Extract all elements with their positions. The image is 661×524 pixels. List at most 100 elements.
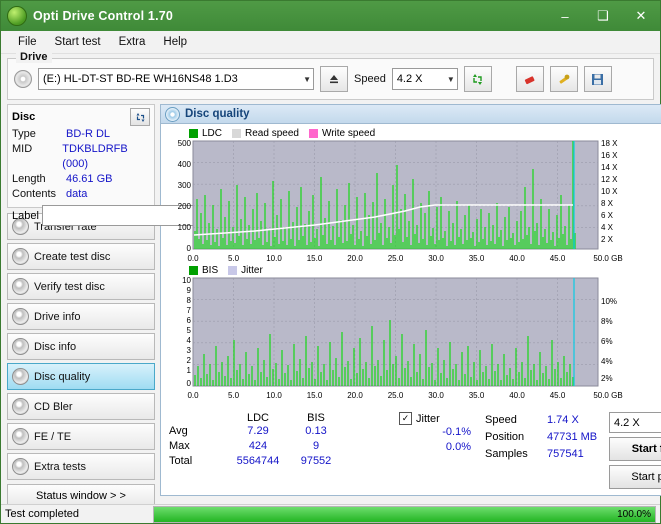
- chevron-down-icon: ▼: [446, 74, 455, 84]
- svg-text:40.0: 40.0: [509, 391, 525, 400]
- maximize-button[interactable]: ❑: [584, 1, 622, 31]
- stats-area: LDC BIS Avg 7.29 0.13 Max 424 9 Total 55…: [165, 408, 661, 489]
- svg-text:3: 3: [187, 346, 192, 355]
- sidebar-label-drive-info: Drive info: [34, 310, 81, 323]
- svg-text:40.0: 40.0: [509, 254, 525, 263]
- tools-button[interactable]: [549, 66, 578, 92]
- disc-refresh-button[interactable]: [130, 108, 150, 126]
- samples-readout-label: Samples: [485, 448, 528, 460]
- disc-value-length: 46.61 GB: [66, 173, 113, 185]
- close-button[interactable]: ✕: [622, 1, 660, 31]
- drive-select[interactable]: (E:) HL-DT-ST BD-RE WH16NS48 1.D3 ▼: [38, 68, 314, 90]
- sidebar-item-drive-info[interactable]: Drive info: [7, 303, 155, 330]
- save-button[interactable]: [583, 66, 612, 92]
- menu-bar: File Start test Extra Help: [1, 31, 660, 54]
- refresh-arrows-icon: [473, 73, 483, 85]
- sidebar-label-verify-test-disc: Verify test disc: [34, 280, 105, 293]
- disc-quality-panel: Disc quality LDC Read speed Write speed: [160, 104, 661, 496]
- jitter-checkbox[interactable]: ✓: [399, 412, 412, 425]
- sidebar-item-disc-info[interactable]: Disc info: [7, 333, 155, 360]
- test-speed-select-value: 4.2 X: [614, 416, 640, 429]
- tools-icon: [559, 74, 570, 84]
- samples-readout-value: 757541: [547, 448, 584, 460]
- stats-total-ldc: 5564744: [236, 455, 280, 467]
- disc-quality-icon: [165, 106, 180, 122]
- sidebar-item-disc-quality[interactable]: Disc quality: [7, 363, 155, 390]
- drive-panel: Drive (E:) HL-DT-ST BD-RE WH16NS48 1.D3 …: [7, 51, 654, 100]
- sidebar-label-create-test-disc: Create test disc: [34, 250, 111, 263]
- menu-help[interactable]: Help: [154, 34, 196, 50]
- menu-extra[interactable]: Extra: [110, 34, 155, 50]
- window-controls: – ❑ ✕: [546, 1, 660, 31]
- svg-text:400: 400: [178, 160, 192, 169]
- sidebar-item-extra-tests[interactable]: Extra tests: [7, 453, 155, 480]
- sidebar-item-verify-test-disc[interactable]: Verify test disc: [7, 273, 155, 300]
- erase-button[interactable]: [515, 66, 544, 92]
- readout-values: 1.74 X 47731 MB 757541: [547, 412, 609, 489]
- status-window-label: Status window > >: [36, 489, 126, 502]
- menu-file[interactable]: File: [9, 34, 46, 50]
- charts-container: LDC Read speed Write speed 500 400 300 2…: [161, 124, 661, 489]
- right-column: Disc quality LDC Read speed Write speed: [160, 104, 661, 507]
- disc-icon: [12, 278, 29, 295]
- sidebar-item-create-test-disc[interactable]: Create test disc: [7, 243, 155, 270]
- svg-text:9: 9: [187, 286, 192, 295]
- jitter-label: Jitter: [416, 412, 440, 425]
- svg-text:6 X: 6 X: [601, 211, 614, 220]
- svg-text:7: 7: [187, 306, 192, 315]
- disc-value-mid: TDKBLDRFB (000): [62, 143, 128, 170]
- disc-icon: [12, 248, 29, 265]
- left-column: Disc Type BD-R DL MID TDKBLDRFB (000) Le…: [7, 104, 243, 507]
- start-part-button[interactable]: Start part: [609, 465, 661, 489]
- stats-total-bis: 97552: [300, 455, 332, 467]
- readout-labels: Speed Position Samples: [485, 412, 547, 489]
- navigation-list: Transfer rate Create test disc Verify te…: [7, 213, 155, 480]
- chart2-area: 10 9 8 7 6 5 4 3 2 1 0 10% 8% 6% 4% 2% 0…: [165, 276, 661, 408]
- minimize-button[interactable]: –: [546, 1, 584, 31]
- svg-text:5: 5: [187, 326, 192, 335]
- svg-text:100: 100: [178, 223, 192, 232]
- menu-start-test[interactable]: Start test: [46, 34, 110, 50]
- chart2-svg[interactable]: 10 9 8 7 6 5 4 3 2 1 0 10% 8% 6% 4% 2% 0…: [165, 276, 647, 408]
- speed-select[interactable]: 4.2 X ▼: [391, 68, 458, 90]
- jitter-avg: -0.1%: [442, 426, 471, 438]
- sidebar-item-cd-bler[interactable]: CD Bler: [7, 393, 155, 420]
- svg-text:25.0: 25.0: [388, 391, 404, 400]
- svg-text:50.0 GB: 50.0 GB: [593, 391, 622, 400]
- sidebar-label-extra-tests: Extra tests: [34, 460, 86, 473]
- refresh-button[interactable]: [463, 66, 492, 92]
- chart1-area: 500 400 300 200 100 0 18 X 16 X 14 X 12 …: [165, 139, 661, 269]
- app-icon: [7, 6, 27, 26]
- disc-icon: [12, 458, 29, 475]
- test-speed-select[interactable]: 4.2 X ▼: [609, 412, 661, 433]
- svg-text:35.0: 35.0: [469, 254, 485, 263]
- legend-swatch-read-speed: [232, 129, 242, 138]
- stats-avg-bis: 0.13: [305, 425, 327, 437]
- svg-text:8%: 8%: [601, 317, 613, 326]
- stats-label-max: Max: [169, 440, 190, 452]
- stats-max-bis: 9: [312, 440, 320, 452]
- svg-text:10: 10: [182, 276, 191, 285]
- eject-button[interactable]: [320, 66, 348, 92]
- speed-label: Speed: [354, 73, 386, 85]
- svg-text:10 X: 10 X: [601, 187, 618, 196]
- disc-icon: [12, 338, 29, 355]
- legend-label-read-speed: Read speed: [245, 128, 299, 139]
- chart1-legend: LDC Read speed Write speed: [189, 128, 661, 139]
- sidebar-label-disc-info: Disc info: [34, 340, 77, 353]
- refresh-icon: [136, 112, 144, 122]
- disc-quality-header: Disc quality: [161, 105, 661, 124]
- svg-text:30.0: 30.0: [428, 391, 444, 400]
- sidebar-item-fe-te[interactable]: FE / TE: [7, 423, 155, 450]
- speed-readout-value: 1.74 X: [547, 414, 579, 426]
- position-readout-value: 47731 MB: [547, 431, 598, 443]
- disc-row-type: Type BD-R DL: [12, 127, 150, 142]
- chart1-svg[interactable]: 500 400 300 200 100 0 18 X 16 X 14 X 12 …: [165, 139, 647, 269]
- svg-text:14 X: 14 X: [601, 163, 618, 172]
- svg-text:300: 300: [178, 181, 192, 190]
- svg-text:5.0: 5.0: [228, 254, 240, 263]
- svg-text:2: 2: [187, 356, 192, 365]
- start-full-button[interactable]: Start full: [609, 437, 661, 461]
- svg-text:6: 6: [187, 316, 192, 325]
- svg-text:45.0: 45.0: [550, 391, 566, 400]
